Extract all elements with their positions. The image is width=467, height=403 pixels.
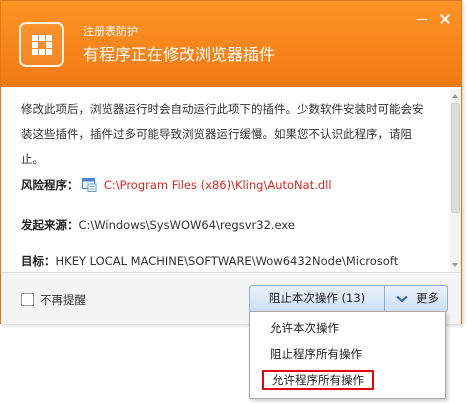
- origin-path: C:\Windows\SysWOW64\regsvr32.exe: [78, 218, 295, 232]
- target-path: HKEY LOCAL MACHINE\SOFTWARE\Wow6432Node\…: [55, 254, 399, 268]
- no-remind-label: 不再提醒: [40, 293, 86, 307]
- menu-item-allow-all[interactable]: 允许程序所有操作: [262, 370, 374, 390]
- menu-item-block-all[interactable]: 阻止程序所有操作: [262, 344, 370, 364]
- menu-item-allow-once[interactable]: 允许本次操作: [262, 318, 347, 338]
- scroll-down-icon[interactable]: [452, 263, 458, 267]
- more-button-label: 更多: [416, 291, 439, 305]
- target-row: 目标：HKEY LOCAL MACHINE\SOFTWARE\Wow6432No…: [21, 253, 398, 269]
- origin-label: 发起来源：: [21, 218, 79, 232]
- no-remind-option[interactable]: 不再提醒: [21, 292, 86, 307]
- target-label: 目标：: [21, 254, 56, 268]
- dialog-subtitle: 注册表防护: [83, 25, 138, 38]
- close-icon[interactable]: [439, 13, 451, 25]
- dialog-header: 注册表防护 有程序正在修改浏览器插件: [1, 1, 461, 87]
- no-remind-checkbox[interactable]: [21, 293, 34, 306]
- risk-program-row: 风险程序： C:\Program Files (x86)\Kling\AutoN…: [21, 177, 332, 193]
- file-icon: [82, 178, 97, 192]
- risk-program-path[interactable]: C:\Program Files (x86)\Kling\AutoNat.dll: [104, 178, 332, 192]
- vertical-scrollbar[interactable]: [450, 89, 461, 271]
- registry-protection-dialog: 注册表防护 有程序正在修改浏览器插件 修改此项后，浏览器运行时会自动运行此项下的…: [0, 0, 462, 324]
- scroll-thumb[interactable]: [451, 103, 460, 213]
- grid-shield-icon: [19, 22, 64, 67]
- minimize-icon[interactable]: [416, 13, 428, 25]
- more-button[interactable]: 更多: [385, 285, 448, 312]
- risk-program-label: 风险程序：: [21, 178, 79, 192]
- block-once-button[interactable]: 阻止本次操作 (13): [249, 285, 385, 312]
- dialog-title: 有程序正在修改浏览器插件: [83, 45, 276, 64]
- chevron-down-icon: [396, 295, 408, 303]
- details-panel: 修改此项后，浏览器运行时会自动运行此项下的插件。少数软件安装时可能会安装这些插件…: [1, 87, 448, 272]
- scroll-up-icon[interactable]: [452, 94, 458, 98]
- intro-text: 修改此项后，浏览器运行时会自动运行此项下的插件。少数软件安装时可能会安装这些插件…: [21, 102, 424, 166]
- origin-row: 发起来源：C:\Windows\SysWOW64\regsvr32.exe: [21, 217, 295, 233]
- more-actions-menu: 允许本次操作 阻止程序所有操作 允许程序所有操作: [249, 311, 446, 399]
